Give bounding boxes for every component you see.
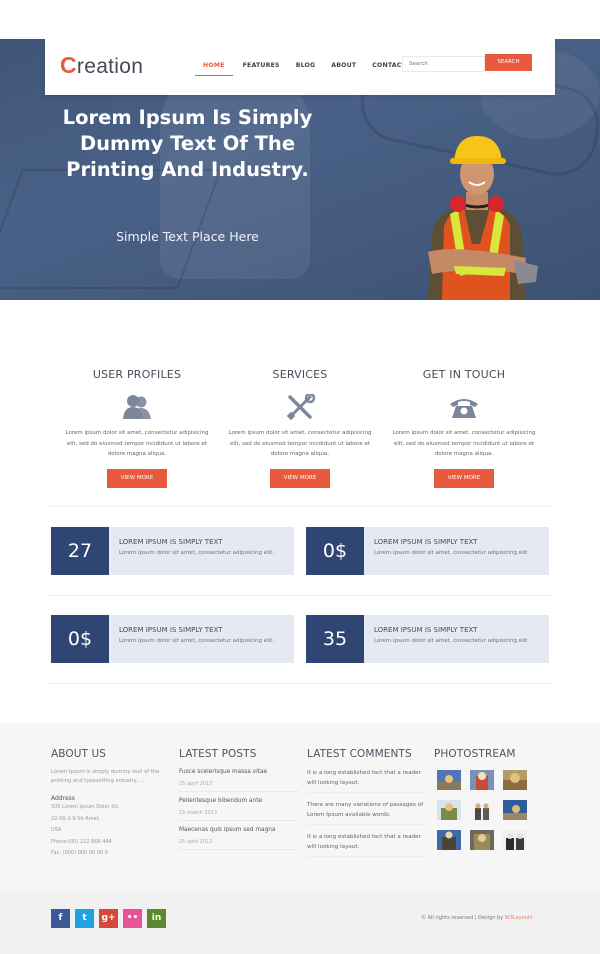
footer-heading: LATEST COMMENTS bbox=[307, 748, 412, 760]
post-date: 15 march 2013 bbox=[179, 810, 218, 816]
site-logo[interactable]: Creation bbox=[60, 52, 143, 79]
feature-user-profiles: USER PROFILES Lorem ipsum dolor sit amet… bbox=[57, 368, 217, 488]
post-title[interactable]: Maecenas quis ipsum sed magna bbox=[179, 827, 299, 833]
stat-value: 0$ bbox=[306, 527, 364, 575]
address-heading: Address bbox=[51, 795, 75, 802]
stat-card: 0$ LOREM IPSUM IS SIMPLY TEXT Lorem ipsu… bbox=[306, 527, 549, 575]
construction-worker-image bbox=[428, 136, 538, 300]
feature-description: Lorem ipsum dolor sit amet, consectetur … bbox=[392, 430, 536, 457]
designer-link[interactable]: W3Layouts bbox=[505, 915, 533, 921]
feature-services: SERVICES Lorem ipsum dolor sit amet, con… bbox=[220, 368, 380, 488]
nav-features[interactable]: FEATURES bbox=[237, 60, 286, 76]
photo-thumbnail[interactable] bbox=[437, 830, 461, 850]
photo-thumbnail[interactable] bbox=[437, 770, 461, 790]
feature-title: GET IN TOUCH bbox=[422, 368, 506, 381]
comment-item[interactable]: There are many variations of passages of… bbox=[307, 800, 427, 825]
main-nav: HOME FEATURES BLOG ABOUT CONTACT bbox=[195, 60, 416, 76]
nav-home[interactable]: HOME bbox=[195, 60, 233, 76]
fax-line: Fax: (000) 000 00 00 0 bbox=[51, 850, 108, 856]
nav-about[interactable]: ABOUT bbox=[325, 60, 362, 76]
footer-photostream: PHOTOSTREAM bbox=[434, 748, 554, 850]
photo-thumbnail[interactable] bbox=[470, 770, 494, 790]
view-more-button[interactable]: VIEW MORE bbox=[434, 468, 494, 488]
footer-heading: LATEST POSTS bbox=[179, 748, 257, 760]
post-title[interactable]: Fusce scelerisque massa vitae bbox=[179, 769, 299, 775]
stat-value: 35 bbox=[306, 615, 364, 663]
logo-initial: C bbox=[60, 52, 77, 78]
post-item[interactable]: Pellentesque bibendum ante 15 march 2013 bbox=[179, 798, 299, 821]
tools-icon bbox=[286, 392, 316, 421]
footer-heading: ABOUT US bbox=[51, 748, 107, 760]
photo-grid bbox=[437, 770, 554, 850]
stat-card: 35 LOREM IPSUM IS SIMPLY TEXT Lorem ipsu… bbox=[306, 615, 549, 663]
footer-about: ABOUT US Lorem Ipsum is simply dummy tex… bbox=[51, 748, 171, 860]
feature-description: Lorem ipsum dolor sit amet, consectetur … bbox=[65, 430, 209, 457]
divider bbox=[45, 506, 555, 507]
post-title[interactable]: Pellentesque bibendum ante bbox=[179, 798, 299, 804]
photo-thumbnail[interactable] bbox=[437, 800, 461, 820]
search-button[interactable]: SEARCH bbox=[485, 54, 532, 71]
view-more-button[interactable]: VIEW MORE bbox=[270, 468, 330, 488]
address-line: 500 Lorem Ipsum Dolor Sit, bbox=[51, 804, 120, 810]
stat-title: LOREM IPSUM IS SIMPLY TEXT bbox=[119, 626, 223, 634]
view-more-button[interactable]: VIEW MORE bbox=[107, 468, 167, 488]
phone-icon bbox=[450, 399, 478, 418]
post-date: 25 april 2013 bbox=[179, 781, 213, 787]
footer-latest-comments: LATEST COMMENTS It is a long established… bbox=[307, 748, 427, 864]
post-item[interactable]: Fusce scelerisque massa vitae 25 april 2… bbox=[179, 769, 299, 792]
divider bbox=[45, 683, 555, 684]
stat-title: LOREM IPSUM IS SIMPLY TEXT bbox=[374, 626, 478, 634]
footer-latest-posts: LATEST POSTS Fusce scelerisque massa vit… bbox=[179, 748, 299, 856]
feature-title: SERVICES bbox=[272, 368, 328, 381]
stat-text: Lorem ipsum dolor sit amet, consectetur … bbox=[119, 550, 275, 556]
photo-thumbnail[interactable] bbox=[503, 830, 527, 850]
comment-item[interactable]: It is a long established fact that a rea… bbox=[307, 768, 427, 793]
feature-get-in-touch: GET IN TOUCH Lorem ipsum dolor sit amet,… bbox=[384, 368, 544, 488]
post-date: 25 april 2013 bbox=[179, 839, 213, 845]
users-icon bbox=[123, 395, 151, 419]
photo-thumbnail[interactable] bbox=[503, 770, 527, 790]
divider bbox=[45, 595, 555, 596]
post-item[interactable]: Maecenas quis ipsum sed magna 25 april 2… bbox=[179, 827, 299, 850]
photo-thumbnail[interactable] bbox=[470, 830, 494, 850]
search-input[interactable] bbox=[402, 56, 485, 72]
copyright-text: © All rights reserved | Design by bbox=[421, 915, 504, 921]
address-line: 22-56-2-9 Sit Amet, bbox=[51, 815, 101, 822]
stat-value: 27 bbox=[51, 527, 109, 575]
nav-blog[interactable]: BLOG bbox=[290, 60, 322, 76]
photo-thumbnail[interactable] bbox=[470, 800, 494, 820]
footer-heading: PHOTOSTREAM bbox=[434, 748, 516, 760]
logo-text: reation bbox=[76, 55, 144, 78]
address-line: USA bbox=[51, 827, 62, 833]
stat-text: Lorem ipsum dolor sit amet, consectetur … bbox=[374, 638, 530, 644]
stat-card: 0$ LOREM IPSUM IS SIMPLY TEXT Lorem ipsu… bbox=[51, 615, 294, 663]
site-header: Creation HOME FEATURES BLOG ABOUT CONTAC… bbox=[45, 39, 555, 95]
copyright: © All rights reserved | Design by W3Layo… bbox=[421, 915, 532, 921]
social-links: f t g+ •• in bbox=[51, 909, 166, 928]
google-plus-icon[interactable]: g+ bbox=[99, 909, 118, 928]
feature-description: Lorem ipsum dolor sit amet, consectetur … bbox=[228, 430, 372, 457]
comment-item[interactable]: It is a long established fact that a rea… bbox=[307, 832, 427, 857]
stat-title: LOREM IPSUM IS SIMPLY TEXT bbox=[374, 538, 478, 546]
hero-title: Lorem Ipsum Is Simply Dummy Text Of The … bbox=[62, 106, 313, 181]
stat-card: 27 LOREM IPSUM IS SIMPLY TEXT Lorem ipsu… bbox=[51, 527, 294, 575]
stat-title: LOREM IPSUM IS SIMPLY TEXT bbox=[119, 538, 223, 546]
linkedin-icon[interactable]: in bbox=[147, 909, 166, 928]
hero-subtitle: Simple Text Place Here bbox=[116, 229, 259, 244]
photo-thumbnail[interactable] bbox=[503, 800, 527, 820]
stat-text: Lorem ipsum dolor sit amet, consectetur … bbox=[119, 638, 275, 644]
stat-value: 0$ bbox=[51, 615, 109, 663]
facebook-icon[interactable]: f bbox=[51, 909, 70, 928]
about-text: Lorem Ipsum is simply dummy text of the … bbox=[51, 769, 160, 784]
stat-text: Lorem ipsum dolor sit amet, consectetur … bbox=[374, 550, 530, 556]
flickr-icon[interactable]: •• bbox=[123, 909, 142, 928]
feature-title: USER PROFILES bbox=[92, 368, 182, 381]
twitter-icon[interactable]: t bbox=[75, 909, 94, 928]
phone-line: Phone:(00) 222 666 444 bbox=[51, 838, 112, 845]
